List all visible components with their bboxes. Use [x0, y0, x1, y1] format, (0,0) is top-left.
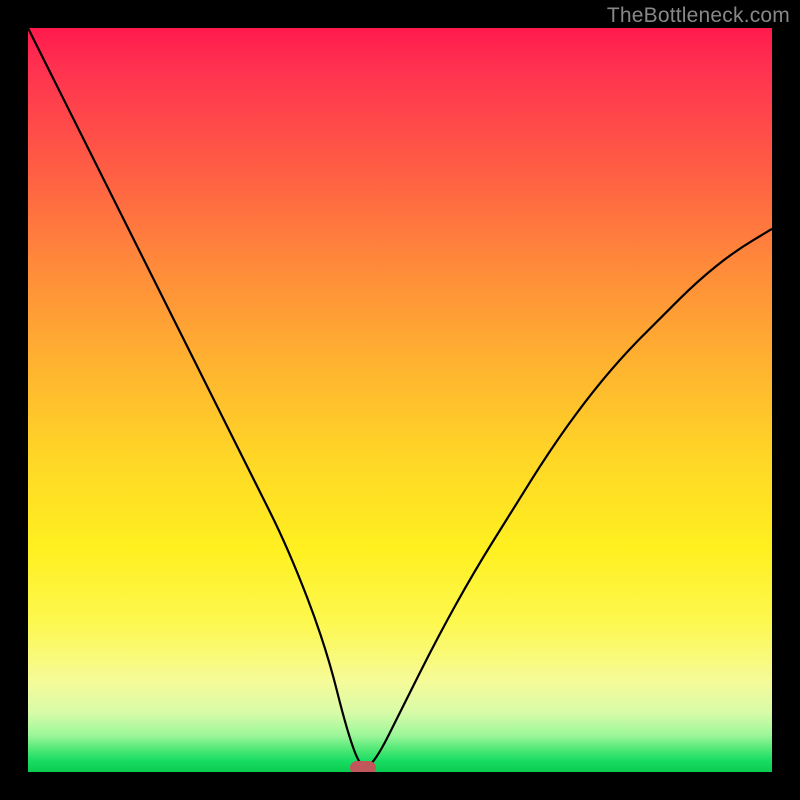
optimum-marker — [350, 761, 376, 772]
bottleneck-curve — [28, 28, 772, 772]
watermark-text: TheBottleneck.com — [607, 4, 790, 28]
plot-area — [28, 28, 772, 772]
chart-frame: TheBottleneck.com — [0, 0, 800, 800]
